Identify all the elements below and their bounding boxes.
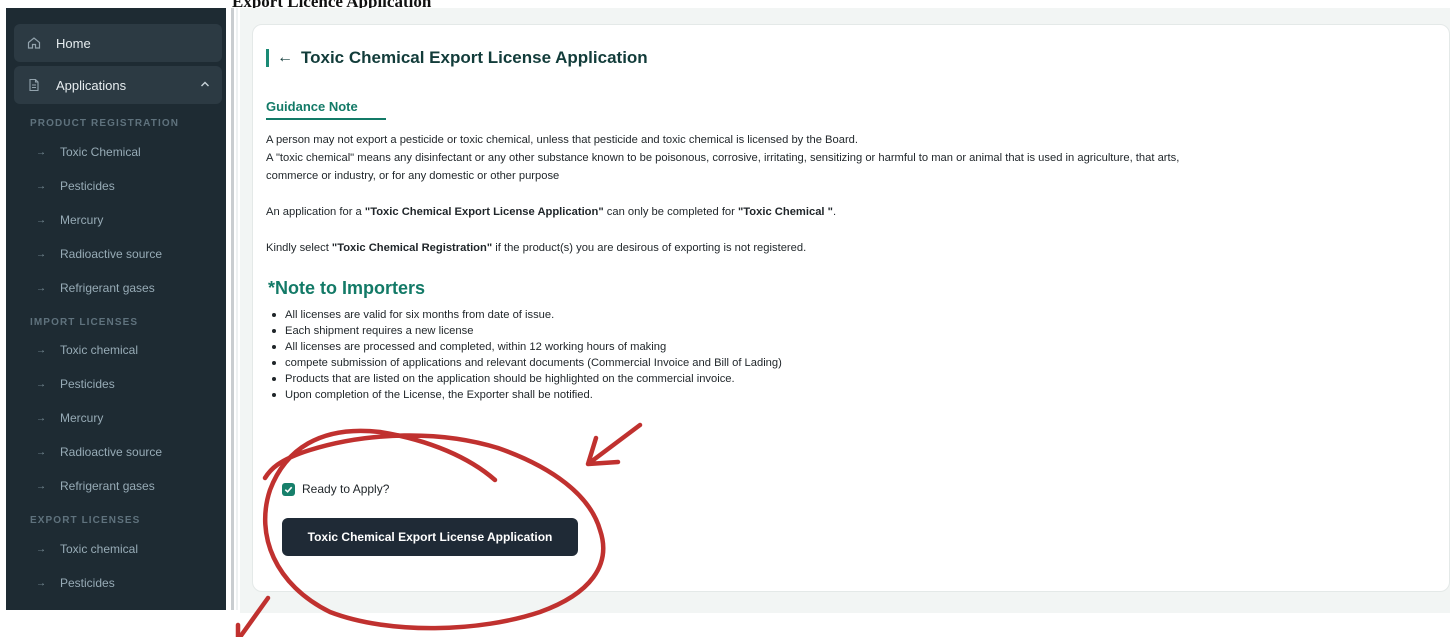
- ready-to-apply-checkbox-row[interactable]: Ready to Apply?: [282, 482, 389, 496]
- title-accent-bar: [266, 49, 269, 67]
- arrow-right-icon: →: [36, 146, 46, 158]
- text-bold: "Toxic Chemical ": [737, 206, 833, 218]
- sidebar-item-label: Pesticides: [60, 576, 115, 590]
- document-icon: [26, 77, 42, 93]
- sidebar-item-label: Refrigerant gases: [60, 281, 155, 295]
- list-item: Each shipment requires a new license: [270, 323, 782, 339]
- page-title-text: Toxic Chemical Export License Applicatio…: [301, 48, 648, 67]
- checkmark-icon: [284, 486, 293, 493]
- list-item-text: All licenses are processed and completed…: [285, 341, 667, 353]
- arrow-right-icon: →: [36, 282, 46, 294]
- arrow-right-icon: →: [36, 412, 46, 424]
- arrow-right-icon: →: [36, 344, 46, 356]
- guidance-underline: [266, 118, 386, 120]
- sidebar-item-product-pesticides[interactable]: → Pesticides: [36, 179, 115, 193]
- text-bold: "Toxic Chemical Export License Applicati…: [364, 206, 604, 218]
- list-item-text: Upon completion of the License, the Expo…: [285, 389, 593, 401]
- sidebar-item-import-pesticides[interactable]: → Pesticides: [36, 377, 115, 391]
- sidebar-item-label: Pesticides: [60, 179, 115, 193]
- guidance-paragraph-2-line-1: A "toxic chemical" means any disinfectan…: [266, 152, 1180, 164]
- importer-notes-list: All licenses are valid for six months fr…: [270, 307, 782, 403]
- list-item: All licenses are processed and completed…: [270, 339, 782, 355]
- arrow-right-icon: →: [36, 214, 46, 226]
- sidebar-item-label: Toxic chemical: [60, 343, 139, 357]
- text-segment: Kindly select: [266, 242, 332, 254]
- section-import-licenses: IMPORT LICENSES: [30, 317, 139, 328]
- apply-button[interactable]: Toxic Chemical Export License Applicatio…: [282, 518, 578, 556]
- sidebar-item-product-toxic-chemical[interactable]: → Toxic Chemical: [36, 145, 141, 159]
- arrow-right-icon: →: [36, 577, 46, 589]
- sidebar-home-label: Home: [56, 35, 91, 51]
- sidebar-item-label: Radioactive source: [60, 445, 163, 459]
- list-item: compete submission of applications and r…: [270, 355, 782, 371]
- sidebar-home[interactable]: Home: [14, 24, 222, 62]
- guidance-note-heading: Guidance Note: [266, 99, 358, 114]
- sidebar-item-product-radioactive[interactable]: → Radioactive source: [36, 247, 162, 261]
- section-product-registration: PRODUCT REGISTRATION: [30, 118, 180, 129]
- guidance-paragraph-2-line-2: commerce or industry, or for any domesti…: [266, 170, 560, 182]
- arrow-right-icon: →: [36, 378, 46, 390]
- sidebar-item-label: Refrigerant gases: [60, 479, 155, 493]
- sidebar-item-product-refrigerant[interactable]: → Refrigerant gases: [36, 281, 155, 295]
- sidebar-item-export-toxic-chemical[interactable]: → Toxic chemical: [36, 542, 138, 556]
- list-item: Upon completion of the License, the Expo…: [270, 387, 782, 403]
- sidebar-item-export-pesticides[interactable]: → Pesticides: [36, 576, 115, 590]
- sidebar-applications-label: Applications: [56, 77, 127, 93]
- ready-to-apply-checkbox[interactable]: [282, 482, 295, 496]
- sidebar-item-label: Toxic Chemical: [60, 145, 141, 159]
- sidebar-applications[interactable]: Applications: [14, 66, 222, 104]
- page-title: ← Toxic Chemical Export License Applicat…: [266, 48, 648, 68]
- text-bold: "Toxic Chemical Registration": [331, 242, 493, 254]
- arrow-right-icon: →: [36, 180, 46, 192]
- sidebar-item-import-refrigerant[interactable]: → Refrigerant gases: [36, 479, 155, 493]
- sidebar: Home Applications PRODUCT REGISTRATION →…: [6, 8, 226, 610]
- list-item-text: Products that are listed on the applicat…: [285, 373, 735, 385]
- sidebar-item-label: Mercury: [60, 411, 104, 425]
- guidance-paragraph-3: An application for a "Toxic Chemical Exp…: [266, 203, 836, 221]
- text-segment: can only be completed for: [603, 206, 738, 218]
- sidebar-item-label: Pesticides: [60, 377, 115, 391]
- sidebar-item-import-toxic-chemical[interactable]: → Toxic chemical: [36, 343, 138, 357]
- guidance-paragraph-1: A person may not export a pesticide or t…: [266, 134, 858, 146]
- sidebar-item-import-radioactive[interactable]: → Radioactive source: [36, 445, 162, 459]
- ready-to-apply-label: Ready to Apply?: [302, 482, 390, 496]
- text-segment: An application for a: [266, 206, 365, 218]
- sidebar-item-product-mercury[interactable]: → Mercury: [36, 213, 103, 227]
- back-arrow-icon[interactable]: ←: [277, 49, 293, 67]
- list-item-text: All licenses are valid for six months fr…: [285, 309, 555, 321]
- guidance-paragraph-4: Kindly select "Toxic Chemical Registrati…: [266, 239, 806, 257]
- list-item: Products that are listed on the applicat…: [270, 371, 782, 387]
- sidebar-item-label: Radioactive source: [60, 247, 163, 261]
- note-to-importers-heading: *Note to Importers: [268, 278, 426, 298]
- text-segment: if the product(s) you are desirous of ex…: [492, 242, 807, 254]
- sidebar-item-label: Mercury: [60, 213, 104, 227]
- sidebar-scrollbar[interactable]: [231, 8, 234, 610]
- sidebar-item-label: Toxic chemical: [60, 542, 139, 556]
- list-item: All licenses are valid for six months fr…: [270, 307, 782, 323]
- list-item-text: Each shipment requires a new license: [285, 325, 474, 337]
- list-item-text: compete submission of applications and r…: [285, 357, 782, 369]
- sidebar-item-import-mercury[interactable]: → Mercury: [36, 411, 103, 425]
- chevron-up-icon: [200, 77, 210, 91]
- arrow-right-icon: →: [36, 248, 46, 260]
- section-export-licenses: EXPORT LICENSES: [30, 515, 141, 526]
- arrow-right-icon: →: [36, 446, 46, 458]
- divider: [236, 8, 238, 610]
- home-icon: [26, 35, 42, 51]
- arrow-right-icon: →: [36, 480, 46, 492]
- text-segment: .: [832, 206, 837, 218]
- arrow-right-icon: →: [36, 543, 46, 555]
